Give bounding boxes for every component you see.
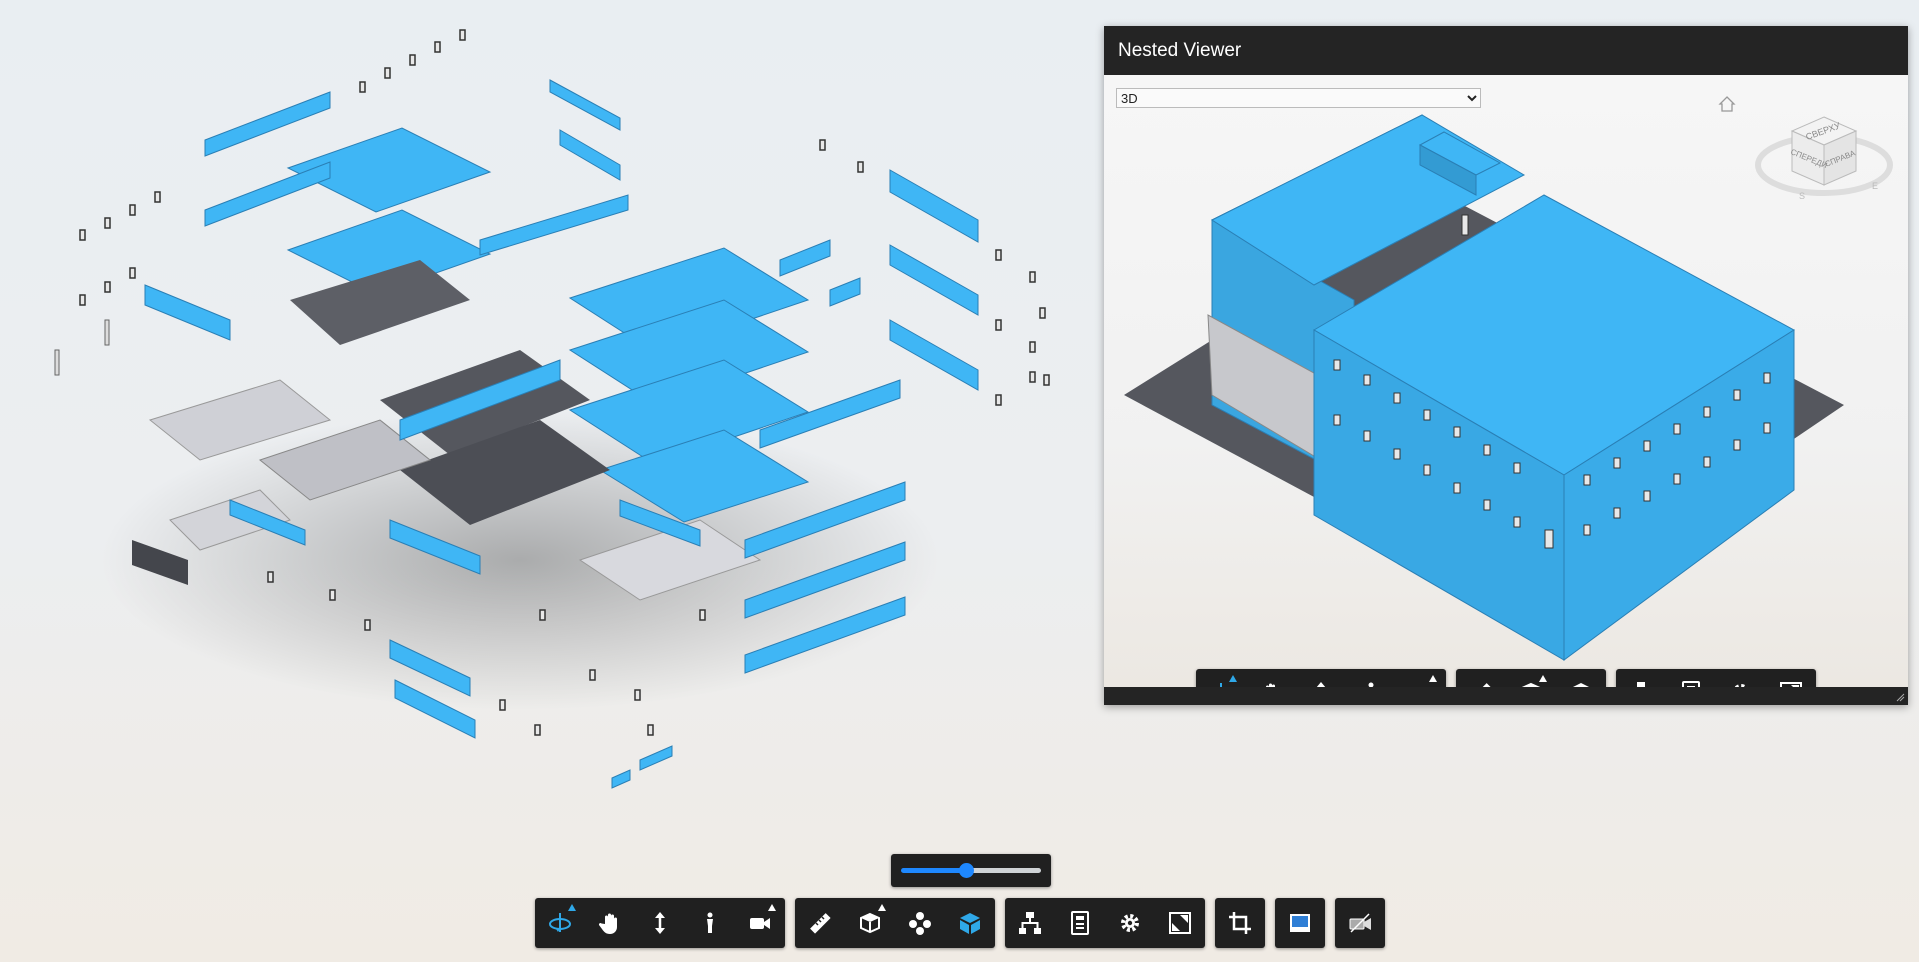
split-view-icon [1290, 914, 1310, 932]
nested-structure-button[interactable] [1616, 669, 1666, 687]
model-browser-button[interactable] [945, 898, 995, 948]
viewer-button[interactable] [1335, 898, 1385, 948]
nested-pan-button[interactable] [1246, 669, 1296, 687]
nested-zoom-button[interactable] [1296, 669, 1346, 687]
fullscreen-icon [1169, 912, 1191, 934]
nested-camera-button[interactable] [1396, 669, 1446, 687]
nested-viewer-panel: Nested Viewer 3D СВЕРХУ СПЕРЕДИ СПРАВА S… [1104, 26, 1908, 705]
settings-tools-group [1005, 898, 1205, 948]
nested-navigation-tools-group [1196, 669, 1446, 687]
explode-icon [909, 912, 931, 935]
nested-fullscreen-button[interactable] [1766, 669, 1816, 687]
nested-settings-tools-group [1616, 669, 1816, 687]
first-person-icon [707, 912, 713, 933]
camera-button[interactable] [735, 898, 785, 948]
zoom-icon [1316, 682, 1326, 687]
nested-model-browser-button[interactable] [1556, 669, 1606, 687]
pan-icon [1266, 683, 1275, 687]
explode-slider-panel [891, 854, 1051, 887]
resize-handle-icon[interactable] [1895, 692, 1905, 702]
properties-icon [1682, 681, 1700, 687]
section-button[interactable] [845, 898, 895, 948]
zoom-icon [655, 912, 665, 934]
building-model[interactable] [1104, 75, 1908, 687]
nested-viewer-footer [1104, 687, 1908, 705]
nested-settings-button[interactable] [1716, 669, 1766, 687]
measure-button[interactable] [795, 898, 845, 948]
split-view-button[interactable] [1275, 898, 1325, 948]
settings-icon [1734, 684, 1748, 687]
navigation-tools-group [535, 898, 785, 948]
measure-icon [810, 913, 831, 934]
section-icon [860, 912, 880, 934]
crop-icon [1229, 912, 1251, 934]
zoom-button[interactable] [635, 898, 685, 948]
orbit-button[interactable] [535, 898, 585, 948]
first-person-button[interactable] [685, 898, 735, 948]
nested-viewer-viewport[interactable]: 3D СВЕРХУ СПЕРЕДИ СПРАВА S E [1104, 75, 1908, 687]
viewer-icon [1349, 913, 1371, 933]
crop-button[interactable] [1215, 898, 1265, 948]
model-browser-icon [1573, 683, 1589, 687]
camera-icon [750, 918, 770, 929]
properties-button[interactable] [1055, 898, 1105, 948]
nested-properties-button[interactable] [1666, 669, 1716, 687]
settings-button[interactable] [1105, 898, 1155, 948]
nested-viewer-title[interactable]: Nested Viewer [1104, 26, 1908, 75]
crop-tools-group [1215, 898, 1265, 948]
model-browser-icon [960, 913, 980, 934]
nested-section-button[interactable] [1506, 669, 1556, 687]
pan-icon [598, 913, 617, 934]
split-view-group [1275, 898, 1325, 948]
structure-button[interactable] [1005, 898, 1055, 948]
viewer-group [1335, 898, 1385, 948]
measure-icon [1471, 683, 1492, 687]
pan-button[interactable] [585, 898, 635, 948]
nested-orbit-button[interactable] [1196, 669, 1246, 687]
fullscreen-button[interactable] [1155, 898, 1205, 948]
model-tools-group [795, 898, 995, 948]
settings-icon [1121, 914, 1139, 932]
properties-icon [1071, 911, 1089, 935]
fullscreen-icon [1780, 682, 1802, 687]
structure-icon [1637, 682, 1645, 687]
orbit-icon [549, 913, 571, 932]
nested-model-tools-group [1456, 669, 1606, 687]
nested-first-person-button[interactable] [1346, 669, 1396, 687]
explode-button[interactable] [895, 898, 945, 948]
structure-icon [1019, 912, 1041, 934]
nested-measure-button[interactable] [1456, 669, 1506, 687]
explode-slider-thumb[interactable] [959, 863, 975, 878]
first-person-icon [1368, 682, 1374, 687]
